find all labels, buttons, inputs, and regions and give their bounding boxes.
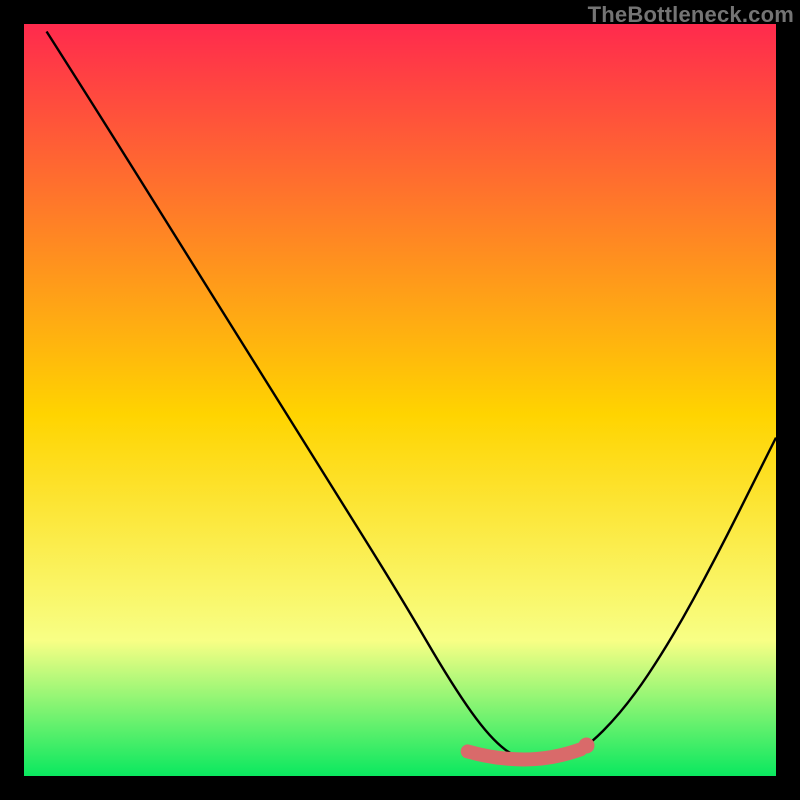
chart-svg [24,24,776,776]
optimal-range-end-dot [578,737,594,753]
chart-frame: TheBottleneck.com [0,0,800,800]
gradient-background [24,24,776,776]
plot-area [24,24,776,776]
